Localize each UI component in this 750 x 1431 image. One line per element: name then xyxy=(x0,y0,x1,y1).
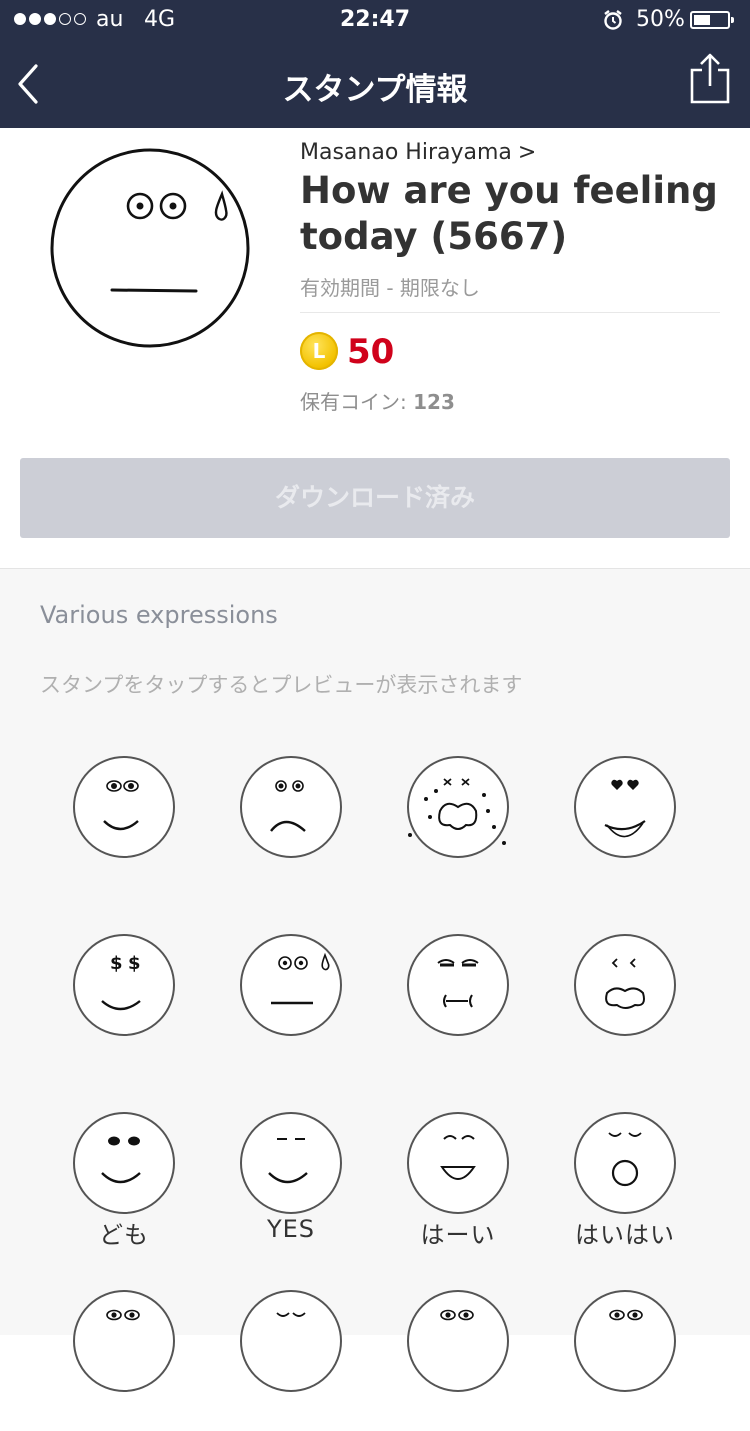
sad-face-icon xyxy=(240,756,342,858)
share-button[interactable] xyxy=(688,52,732,106)
owned-coins-value: 123 xyxy=(413,390,455,414)
sticker-love[interactable] xyxy=(545,737,705,897)
face-icon xyxy=(407,1290,509,1392)
sticker-money[interactable]: $ $ xyxy=(44,915,204,1075)
status-bar: au 4G 22:47 50% xyxy=(0,0,750,40)
battery-percent: 50% xyxy=(636,7,685,32)
haihai-face-icon xyxy=(574,1112,676,1214)
download-button[interactable]: ダウンロード済み xyxy=(20,458,730,538)
battery-icon xyxy=(690,11,734,29)
author-name: Masanao Hirayama xyxy=(300,140,512,165)
sticker-row4-2[interactable] xyxy=(211,1271,371,1431)
sticker-title: How are you feeling today (5667) xyxy=(300,169,718,258)
face-icon xyxy=(240,1290,342,1392)
divider xyxy=(300,312,720,313)
alarm-icon xyxy=(602,9,624,37)
sticker-main-image xyxy=(50,148,250,348)
section-title: Various expressions xyxy=(40,601,278,629)
grimace-face-icon xyxy=(407,934,509,1036)
top-bar: au 4G 22:47 50% スタンプ情報 xyxy=(0,0,750,128)
sticker-label: YES xyxy=(266,1215,316,1243)
sticker-smile[interactable] xyxy=(44,737,204,897)
shout-face-icon xyxy=(574,934,676,1036)
love-face-icon xyxy=(574,756,676,858)
svg-text:$: $ xyxy=(128,953,141,974)
sticker-haihai[interactable]: はいはい xyxy=(545,1093,705,1253)
sticker-shout[interactable] xyxy=(545,915,705,1075)
sticker-label: はいはい xyxy=(575,1221,675,1249)
money-face-icon: $ $ xyxy=(73,934,175,1036)
sweat-face-icon xyxy=(240,934,342,1036)
sticker-row4-1[interactable] xyxy=(44,1271,204,1431)
owned-coins: 保有コイン: 123 xyxy=(300,386,455,415)
share-icon xyxy=(690,53,730,104)
sticker-grimace[interactable] xyxy=(378,915,538,1075)
preview-hint: スタンプをタップするとプレビューが表示されます xyxy=(40,673,523,697)
haai-face-icon xyxy=(407,1112,509,1214)
author-link[interactable]: Masanao Hirayama > xyxy=(300,140,536,165)
face-icon xyxy=(73,1290,175,1392)
domo-face-icon xyxy=(73,1112,175,1214)
validity-text: 有効期間 - 期限なし xyxy=(300,276,480,300)
page-title: スタンプ情報 xyxy=(282,72,468,108)
line-coin-icon: L xyxy=(300,332,338,370)
sticker-domo[interactable]: ども xyxy=(44,1093,204,1253)
face-icon xyxy=(574,1290,676,1392)
sticker-haai[interactable]: はーい xyxy=(378,1093,538,1253)
smile-face-icon xyxy=(73,756,175,858)
price-value: 50 xyxy=(347,332,395,372)
dizzy-face-icon xyxy=(407,756,509,858)
chevron-right-icon: > xyxy=(517,140,537,165)
preview-section: Various expressions スタンプをタップするとプレビューが表示さ… xyxy=(0,568,750,1392)
yes-face-icon xyxy=(240,1112,342,1214)
svg-text:$: $ xyxy=(110,953,123,974)
sticker-label: ども xyxy=(99,1221,149,1249)
owned-coins-label: 保有コイン: xyxy=(300,390,414,414)
sticker-dizzy[interactable] xyxy=(378,737,538,897)
sticker-sad[interactable] xyxy=(211,737,371,897)
sticker-row4-3[interactable] xyxy=(378,1271,538,1431)
sticker-row4-4[interactable] xyxy=(545,1271,705,1431)
sticker-yes[interactable]: YES xyxy=(211,1093,371,1253)
sticker-sweat[interactable] xyxy=(211,915,371,1075)
sticker-label: はーい xyxy=(420,1221,496,1249)
